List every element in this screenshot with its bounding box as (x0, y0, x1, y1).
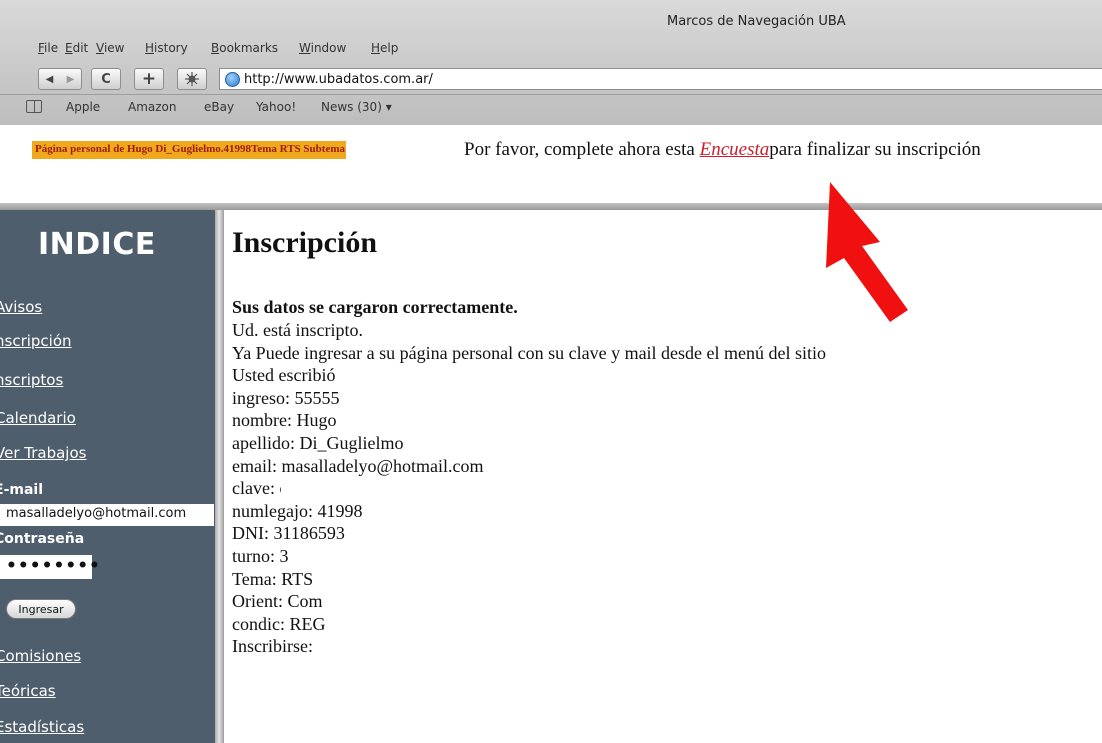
menu-edit[interactable]: Edit (65, 41, 88, 55)
sidebar-link-ver-trabajos[interactable]: Ver Trabajos (0, 444, 86, 462)
detail-line: numlegajo: 41998 (232, 500, 363, 521)
sidebar-heading: INDICE (38, 227, 156, 262)
email-label: E-mail (0, 482, 44, 498)
sidebar-link-avisos[interactable]: Avisos (0, 298, 42, 316)
back-forward-buttons[interactable]: ◀ ▶ (38, 68, 82, 90)
globe-icon (225, 71, 240, 87)
bookmark-ebay[interactable]: eBay (204, 100, 234, 114)
navigation-toolbar: ◀ ▶ C + http://www.ubadatos.com.ar/ (0, 65, 1102, 93)
survey-link[interactable]: Encuesta (700, 139, 770, 160)
menu-history[interactable]: History (145, 41, 188, 55)
email-field[interactable]: masalladelyo@hotmail.com (0, 504, 214, 526)
detail-line: turno: 3 (232, 545, 289, 566)
bug-icon (185, 72, 199, 86)
personal-page-label: Página personal de Hugo Di_Guglielmo.419… (32, 141, 346, 159)
address-bar[interactable]: http://www.ubadatos.com.ar/ (219, 68, 1102, 90)
sidebar-link-teoricas[interactable]: Teóricas (0, 682, 56, 700)
bookmark-news[interactable]: News (30) ▾ (321, 100, 392, 114)
detail-line: Ya Puede ingresar a su página personal c… (232, 342, 827, 363)
page-title: Inscripción (232, 226, 378, 259)
plus-icon: + (141, 69, 157, 89)
detail-line: condic: REG (232, 613, 326, 634)
menu-view[interactable]: View (96, 41, 124, 55)
detail-line-password: clave: c (232, 477, 826, 500)
detail-line: DNI: 31186593 (232, 523, 345, 544)
frame-divider[interactable] (0, 203, 1102, 210)
sidebar-link-inscripcion[interactable]: nscripción (0, 332, 72, 350)
reload-button[interactable]: C (91, 68, 121, 90)
success-message: Sus datos se cargaron correctamente. (232, 297, 518, 317)
detail-line: Ud. está inscripto. (232, 320, 363, 340)
survey-notice: Por favor, complete ahora esta Encuestap… (464, 139, 981, 161)
notice-text-after: para finalizar su inscripción (769, 139, 981, 160)
detail-line: Inscribirse: (232, 636, 313, 657)
detail-line: Tema: RTS (232, 568, 314, 589)
main-content: Inscripción Sus datos se cargaron correc… (224, 210, 1102, 743)
sidebar-link-calendario[interactable]: Calendario (0, 409, 76, 427)
forward-icon[interactable]: ▶ (67, 74, 75, 85)
book-icon[interactable] (26, 100, 42, 113)
bookmarks-bar: Apple Amazon eBay Yahoo! News (30) ▾ (0, 94, 1102, 118)
browser-chrome: Marcos de Navegación UBA File Edit View … (0, 0, 1102, 125)
notice-text-before: Por favor, complete ahora esta (464, 139, 700, 160)
menu-file[interactable]: File (38, 41, 58, 55)
password-value: clave: c (232, 478, 288, 499)
detail-line: apellido: Di_Guglielmo (232, 432, 404, 453)
registration-details: Ud. está inscripto. Ya Puede ingresar a … (232, 319, 826, 658)
red-arrow-annotation (826, 182, 908, 322)
menu-bar: File Edit View History Bookmarks Window … (0, 36, 1102, 60)
menu-help[interactable]: Help (371, 41, 398, 55)
bookmark-yahoo[interactable]: Yahoo! (256, 100, 296, 114)
password-label: Contraseña (0, 531, 85, 547)
frame-separator[interactable] (215, 210, 224, 743)
detail-line: ingreso: 55555 (232, 387, 340, 408)
window-title: Marcos de Navegación UBA (667, 14, 846, 29)
sidebar-link-estadisticas[interactable]: Estadísticas (0, 718, 84, 736)
menu-bookmarks[interactable]: Bookmarks (211, 41, 278, 55)
url-text: http://www.ubadatos.com.ar/ (244, 71, 433, 87)
detail-line: Orient: Com (232, 591, 323, 612)
activity-button[interactable] (177, 68, 207, 90)
login-button[interactable]: Ingresar (6, 599, 76, 619)
redaction-mask (281, 481, 340, 500)
sidebar-link-comisiones[interactable]: Comisiones (0, 647, 81, 665)
top-frame: Página personal de Hugo Di_Guglielmo.419… (0, 125, 1102, 203)
bookmark-apple[interactable]: Apple (66, 100, 100, 114)
reload-icon: C (101, 71, 111, 87)
password-field[interactable]: •••••••• (0, 555, 100, 579)
detail-line: nombre: Hugo (232, 410, 337, 431)
sidebar: INDICE Avisos nscripción nscriptos Calen… (0, 210, 215, 743)
bookmark-amazon[interactable]: Amazon (128, 100, 177, 114)
detail-line: Usted escribió (232, 365, 336, 386)
detail-line: email: masalladelyo@hotmail.com (232, 455, 484, 476)
menu-window[interactable]: Window (299, 41, 346, 55)
back-icon[interactable]: ◀ (46, 74, 54, 85)
title-bar: Marcos de Navegación UBA (0, 0, 1102, 36)
add-bookmark-button[interactable]: + (134, 68, 164, 90)
sidebar-link-inscriptos[interactable]: nscriptos (0, 371, 63, 389)
